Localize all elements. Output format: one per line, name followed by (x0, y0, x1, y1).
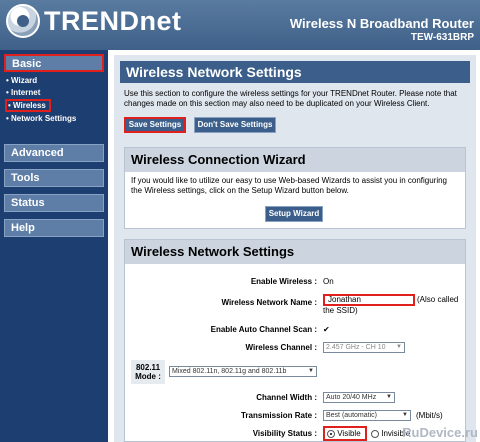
save-settings-button[interactable]: Save Settings (124, 117, 186, 133)
watermark: RuDevice.ru (402, 425, 478, 440)
rate-select[interactable]: Best (automatic) (323, 410, 411, 421)
nav-basic[interactable]: Basic (4, 54, 104, 72)
width-label: Channel Width : (256, 393, 317, 402)
setup-wizard-button[interactable]: Setup Wizard (265, 206, 323, 222)
auto-channel-row: Enable Auto Channel Scan : ✔ (125, 322, 467, 338)
nav-network-settings[interactable]: Network Settings (6, 114, 86, 123)
channel-row: Wireless Channel : 2.457 GHz - CH 10 (125, 340, 467, 356)
ssid-note: (Also called the SSID) (323, 295, 459, 315)
nav-wireless[interactable]: Wireless (5, 99, 51, 112)
nav-help[interactable]: Help (4, 219, 104, 237)
enable-wireless-label: Enable Wireless : (250, 277, 317, 286)
wizard-title: Wireless Connection Wizard (125, 148, 465, 172)
auto-channel-checkbox[interactable]: ✔ (323, 325, 330, 334)
invisible-radio-icon[interactable] (371, 429, 379, 438)
trendnet-logo-icon (6, 4, 40, 38)
ssid-label: Wireless Network Name : (221, 298, 317, 307)
nav-advanced[interactable]: Advanced (4, 144, 104, 162)
wizard-panel: Wireless Connection Wizard If you would … (124, 147, 466, 229)
auto-channel-label: Enable Auto Channel Scan : (210, 325, 317, 334)
mode-label: 802.11 Mode : (131, 360, 165, 384)
visibility-label: Visibility Status : (252, 429, 317, 438)
page-intro: Use this section to configure the wirele… (124, 89, 457, 108)
sidebar: Basic Wizard Internet Wireless Network S… (0, 50, 108, 442)
nav-tools[interactable]: Tools (4, 169, 104, 187)
rate-unit: (Mbit/s) (416, 411, 443, 420)
nav-wizard[interactable]: Wizard (6, 76, 37, 85)
width-select[interactable]: Auto 20/40 MHz (323, 392, 395, 403)
settings-title: Wireless Network Settings (125, 240, 465, 264)
ssid-row: Wireless Network Name : Jonathan (Also c… (125, 292, 467, 318)
channel-select[interactable]: 2.457 GHz - CH 10 (323, 342, 405, 353)
page-title: Wireless Network Settings (120, 61, 470, 83)
nav-status[interactable]: Status (4, 194, 104, 212)
mode-select[interactable]: Mixed 802.11n, 802.11g and 802.11b (169, 366, 317, 377)
main-content: Wireless Network Settings Use this secti… (114, 55, 476, 442)
visible-radio-label: Visible (337, 429, 361, 438)
product-name: Wireless N Broadband Router (289, 16, 474, 31)
width-row: Channel Width : Auto 20/40 MHz (125, 390, 467, 406)
rate-row: Transmission Rate : Best (automatic) (Mb… (125, 408, 467, 424)
nav-internet[interactable]: Internet (6, 88, 40, 97)
model-name: TEW-631BRP (410, 32, 474, 43)
visible-option[interactable]: Visible (323, 426, 367, 441)
wizard-text: If you would like to utilize our easy to… (131, 176, 448, 195)
enable-wireless-value: On (323, 277, 334, 286)
dont-save-settings-button[interactable]: Don't Save Settings (194, 117, 276, 133)
wireless-settings-panel: Wireless Network Settings Enable Wireles… (124, 239, 466, 442)
brand-logo: TRENDnet (44, 6, 182, 36)
enable-wireless-row: Enable Wireless : On (125, 274, 467, 290)
header: TRENDnet Wireless N Broadband Router TEW… (0, 0, 480, 50)
visible-radio-icon[interactable] (327, 429, 335, 438)
channel-label: Wireless Channel : (245, 343, 317, 352)
rate-label: Transmission Rate : (240, 411, 317, 420)
